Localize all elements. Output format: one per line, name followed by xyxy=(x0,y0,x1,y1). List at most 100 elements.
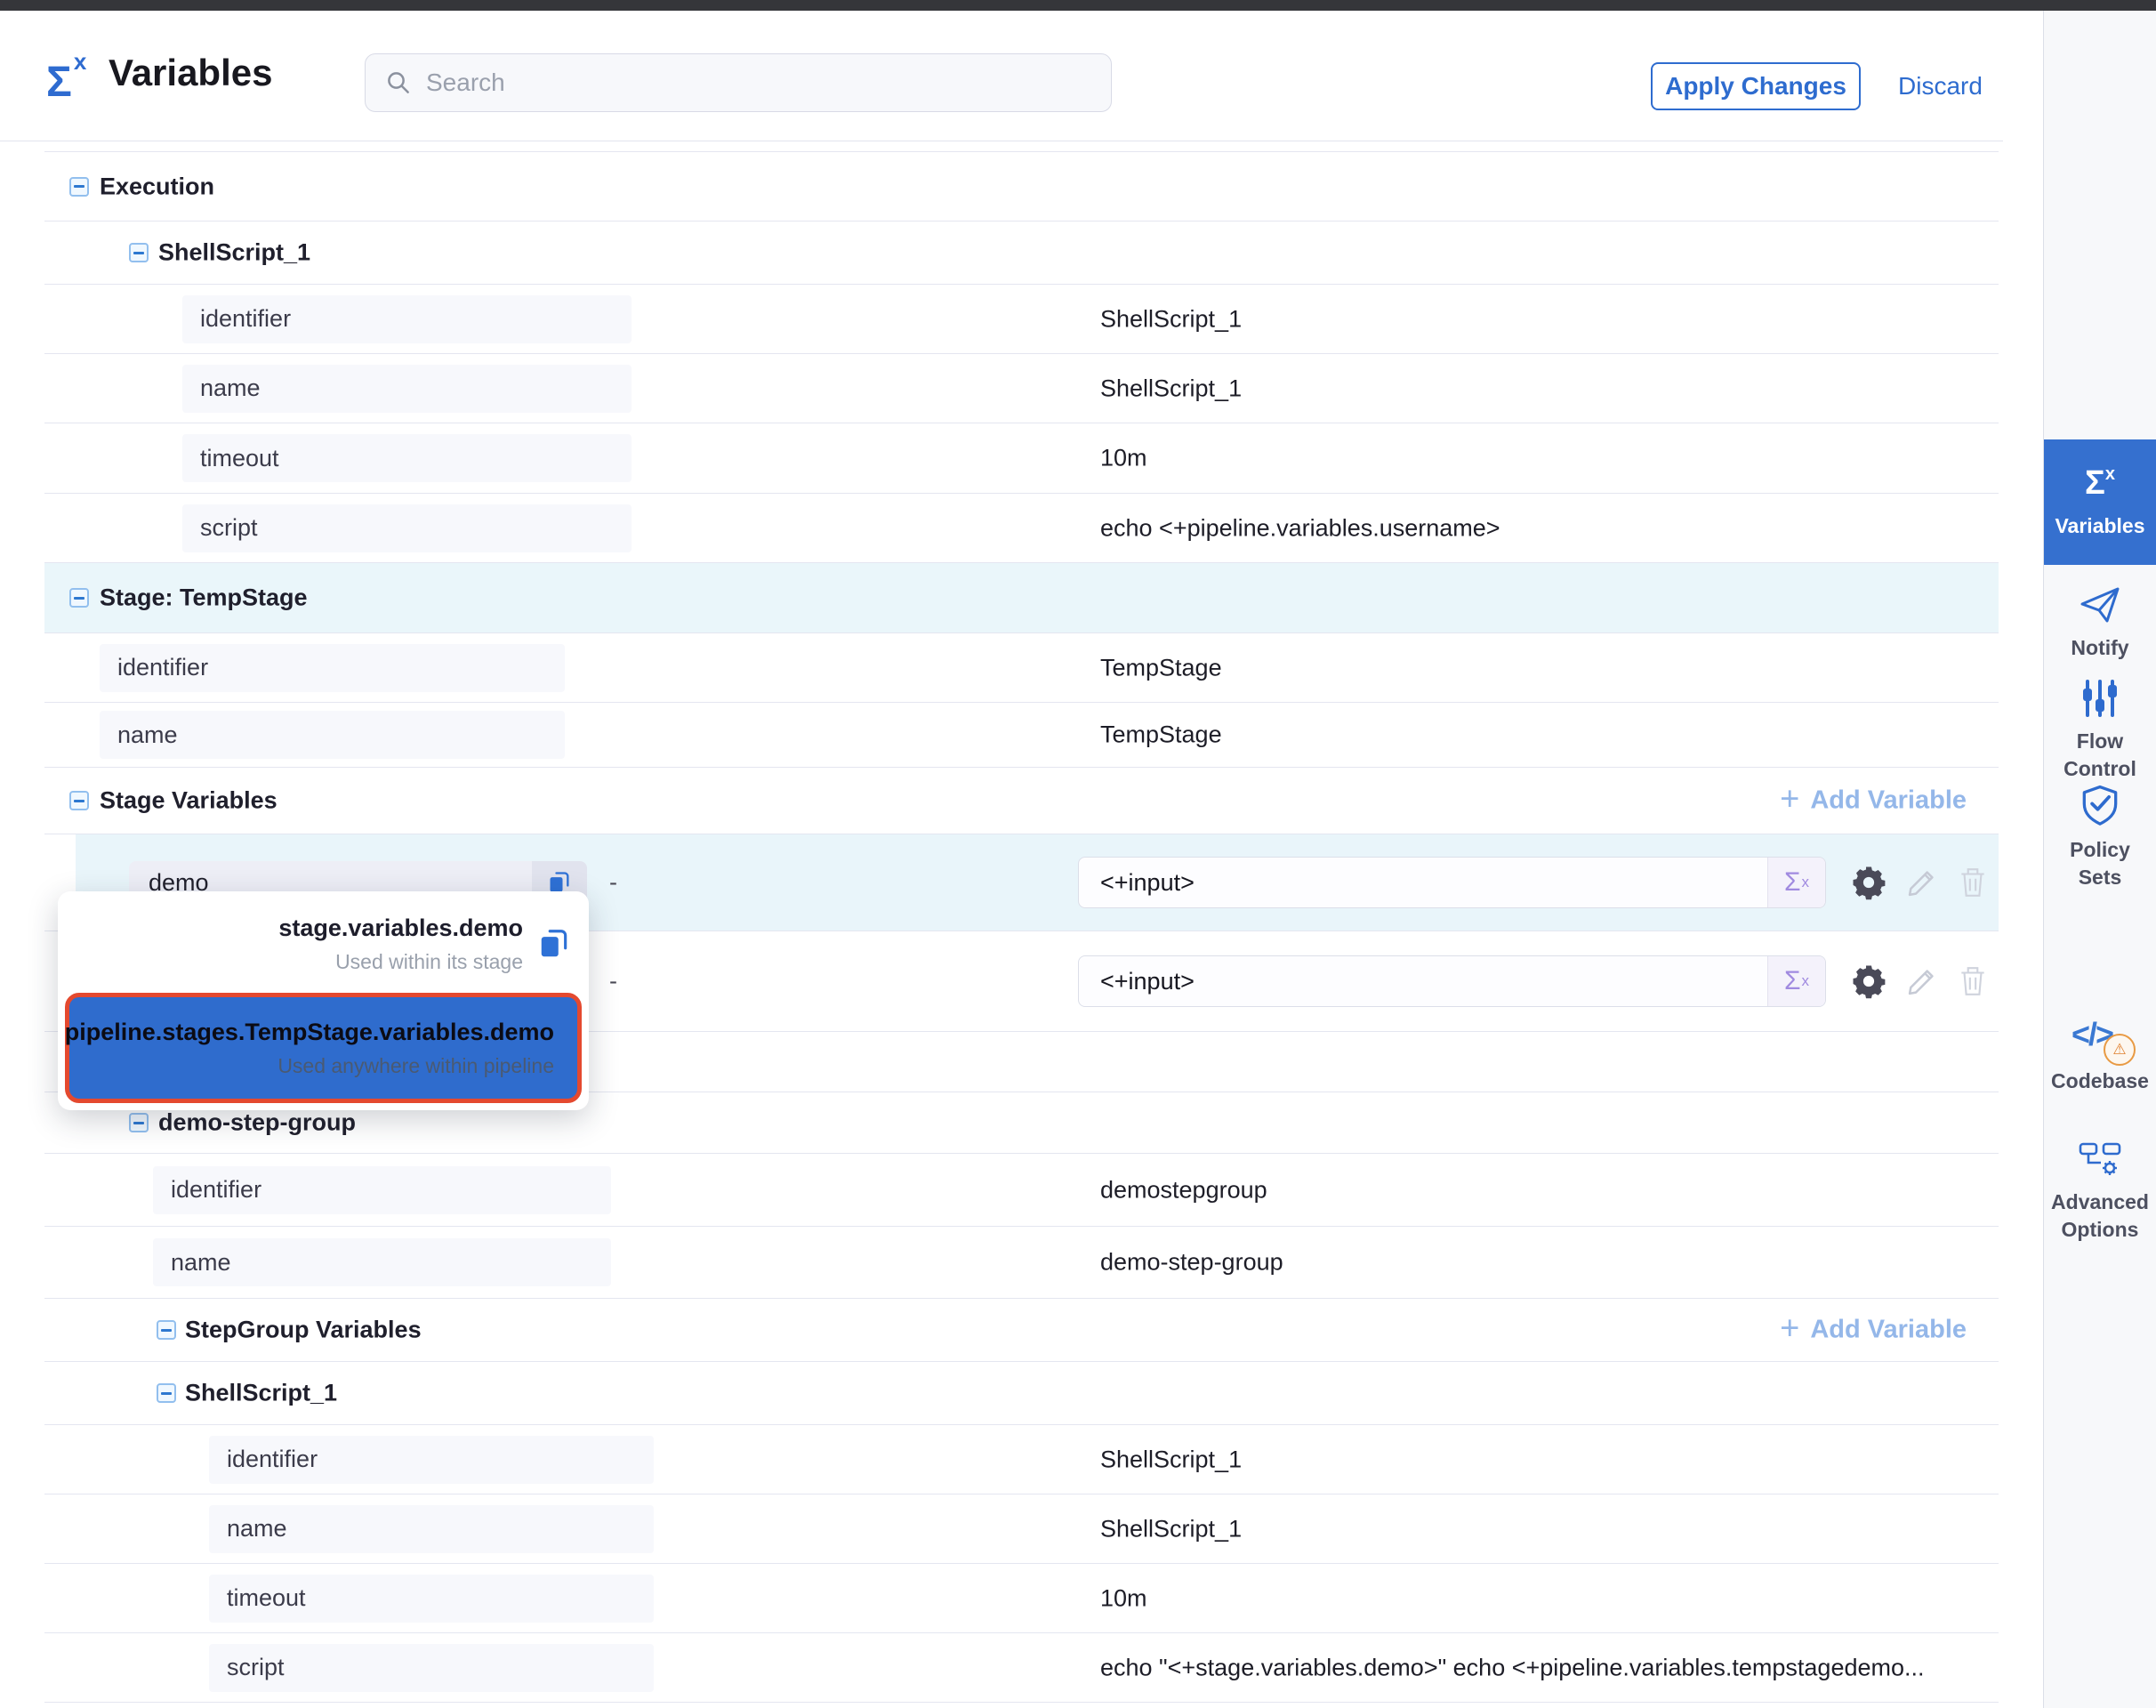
field-label: identifier xyxy=(153,1166,611,1214)
section-label: ShellScript_1 xyxy=(158,239,310,267)
copy-icon[interactable] xyxy=(537,927,571,961)
row-actions xyxy=(1850,963,1989,1000)
delete-button[interactable] xyxy=(1957,866,1989,899)
kv-row-script: script echo "<+stage.variables.demo>" ec… xyxy=(44,1633,1999,1703)
field-label: name xyxy=(100,711,565,759)
delete-button[interactable] xyxy=(1957,964,1989,998)
sidebar-item-flow-control[interactable]: Flow Control xyxy=(2044,678,2156,783)
field-label: timeout xyxy=(182,434,632,482)
collapse-icon[interactable] xyxy=(157,1383,176,1403)
collapse-icon[interactable] xyxy=(69,588,89,608)
section-label: Stage Variables xyxy=(100,787,278,815)
variable-value-text: <+input> xyxy=(1079,968,1767,995)
variable-type-placeholder: - xyxy=(609,968,617,995)
apply-changes-button[interactable]: Apply Changes xyxy=(1651,62,1861,110)
section-label: StepGroup Variables xyxy=(185,1317,422,1344)
expression-scope-hint: Used within its stage xyxy=(278,950,523,974)
kv-row-identifier: identifier TempStage xyxy=(44,633,1999,703)
codebase-icon: </> ⚠ xyxy=(2072,1016,2128,1059)
kv-row-identifier: identifier ShellScript_1 xyxy=(44,1425,1999,1494)
pencil-icon xyxy=(1905,964,1939,998)
variables-sigma-logo-icon: Σx xyxy=(46,50,86,104)
edit-button[interactable] xyxy=(1905,866,1939,899)
plus-icon: + xyxy=(1780,783,1799,817)
panel-header: Σx Variables Apply Changes Discard xyxy=(0,11,2003,141)
field-label: name xyxy=(209,1505,654,1553)
variable-value-field[interactable]: <+input> Σx xyxy=(1078,857,1826,908)
sidebar-item-label: Advanced Options xyxy=(2047,1188,2153,1244)
sidebar-item-codebase[interactable]: </> ⚠ Codebase xyxy=(2044,1016,2156,1095)
window-top-bar xyxy=(0,0,2156,11)
sidebar-item-label: Flow Control xyxy=(2047,728,2153,783)
right-sidebar: Σx Variables Notify Flow Control xyxy=(2043,11,2156,1708)
field-value: ShellScript_1 xyxy=(1100,375,1242,402)
field-value: ShellScript_1 xyxy=(1100,305,1242,333)
add-variable-button[interactable]: + Add Variable xyxy=(1780,786,1967,817)
section-row-shellscript: ShellScript_1 xyxy=(44,1362,1999,1425)
sidebar-item-label: Variables xyxy=(2047,512,2153,540)
sidebar-item-variables[interactable]: Σx Variables xyxy=(2044,439,2156,565)
partial-row xyxy=(44,1703,1999,1708)
add-variable-button[interactable]: + Add Variable xyxy=(1780,1315,1967,1346)
search-box[interactable] xyxy=(365,53,1112,112)
section-row-shellscript: ShellScript_1 xyxy=(44,222,1999,285)
search-icon xyxy=(385,69,412,96)
field-value: 10m xyxy=(1100,445,1147,472)
settings-button[interactable] xyxy=(1850,864,1887,901)
expression-text: pipeline.stages.TempStage.variables.demo xyxy=(65,1019,554,1046)
plus-icon: + xyxy=(1780,1312,1799,1346)
flowchart-gear-icon xyxy=(2078,1140,2122,1180)
row-actions xyxy=(1850,864,1989,901)
section-label: Execution xyxy=(100,173,214,200)
field-label: identifier xyxy=(209,1436,654,1484)
field-value: ShellScript_1 xyxy=(1100,1515,1242,1543)
sidebar-item-advanced-options[interactable]: Advanced Options xyxy=(2044,1140,2156,1244)
variable-value-field[interactable]: <+input> Σx xyxy=(1078,955,1826,1007)
collapse-icon[interactable] xyxy=(129,243,149,262)
edit-button[interactable] xyxy=(1905,964,1939,998)
kv-row-script: script echo <+pipeline.variables.usernam… xyxy=(44,494,1999,563)
field-value: ShellScript_1 xyxy=(1100,1446,1242,1473)
expression-toggle-button[interactable]: Σx xyxy=(1767,956,1825,1006)
expression-toggle-button[interactable]: Σx xyxy=(1767,858,1825,907)
add-variable-label: Add Variable xyxy=(1810,1316,1967,1345)
kv-row-identifier: identifier demostepgroup xyxy=(44,1154,1999,1227)
variable-value-text: <+input> xyxy=(1079,869,1767,897)
sidebar-item-label: Notify xyxy=(2047,634,2153,662)
collapse-icon[interactable] xyxy=(69,791,89,810)
expression-text: stage.variables.demo xyxy=(278,914,523,942)
sidebar-item-policy-sets[interactable]: Policy Sets xyxy=(2044,785,2156,891)
field-value: echo "<+stage.variables.demo>" echo <+pi… xyxy=(1100,1654,1925,1681)
discard-button[interactable]: Discard xyxy=(1898,64,1983,109)
section-label: ShellScript_1 xyxy=(185,1380,337,1407)
trash-icon xyxy=(1957,964,1989,998)
sidebar-item-notify[interactable]: Notify xyxy=(2044,584,2156,662)
field-label: name xyxy=(153,1238,611,1286)
variable-type-placeholder: - xyxy=(609,869,617,897)
expression-scope-hint: Used anywhere within pipeline xyxy=(65,1054,554,1078)
section-row-execution: Execution xyxy=(44,152,1999,222)
field-value: TempStage xyxy=(1100,721,1222,749)
field-label: timeout xyxy=(209,1575,654,1623)
field-label: name xyxy=(182,365,632,413)
search-input[interactable] xyxy=(424,68,1050,98)
gear-icon xyxy=(1850,963,1887,1000)
collapse-icon[interactable] xyxy=(157,1320,176,1340)
trash-icon xyxy=(1957,866,1989,899)
shield-check-icon xyxy=(2080,785,2120,827)
section-row-stage-variables: Stage Variables + Add Variable xyxy=(44,768,1999,834)
settings-button[interactable] xyxy=(1850,963,1887,1000)
variables-panel: Σx Variables Apply Changes Discard Execu… xyxy=(0,0,2156,1708)
sliders-icon xyxy=(2080,678,2120,719)
kv-row-timeout: timeout 10m xyxy=(44,423,1999,494)
field-label: script xyxy=(209,1644,654,1692)
kv-row-name: name ShellScript_1 xyxy=(44,354,1999,423)
pencil-icon xyxy=(1905,866,1939,899)
expression-option-stage-scope[interactable]: stage.variables.demo Used within its sta… xyxy=(58,898,589,989)
add-variable-label: Add Variable xyxy=(1810,786,1967,816)
collapse-icon[interactable] xyxy=(69,177,89,197)
collapse-icon[interactable] xyxy=(129,1113,149,1132)
expression-option-pipeline-scope-highlighted[interactable]: pipeline.stages.TempStage.variables.demo… xyxy=(65,993,582,1103)
sidebar-item-label: Policy Sets xyxy=(2047,836,2153,891)
gear-icon xyxy=(1850,864,1887,901)
